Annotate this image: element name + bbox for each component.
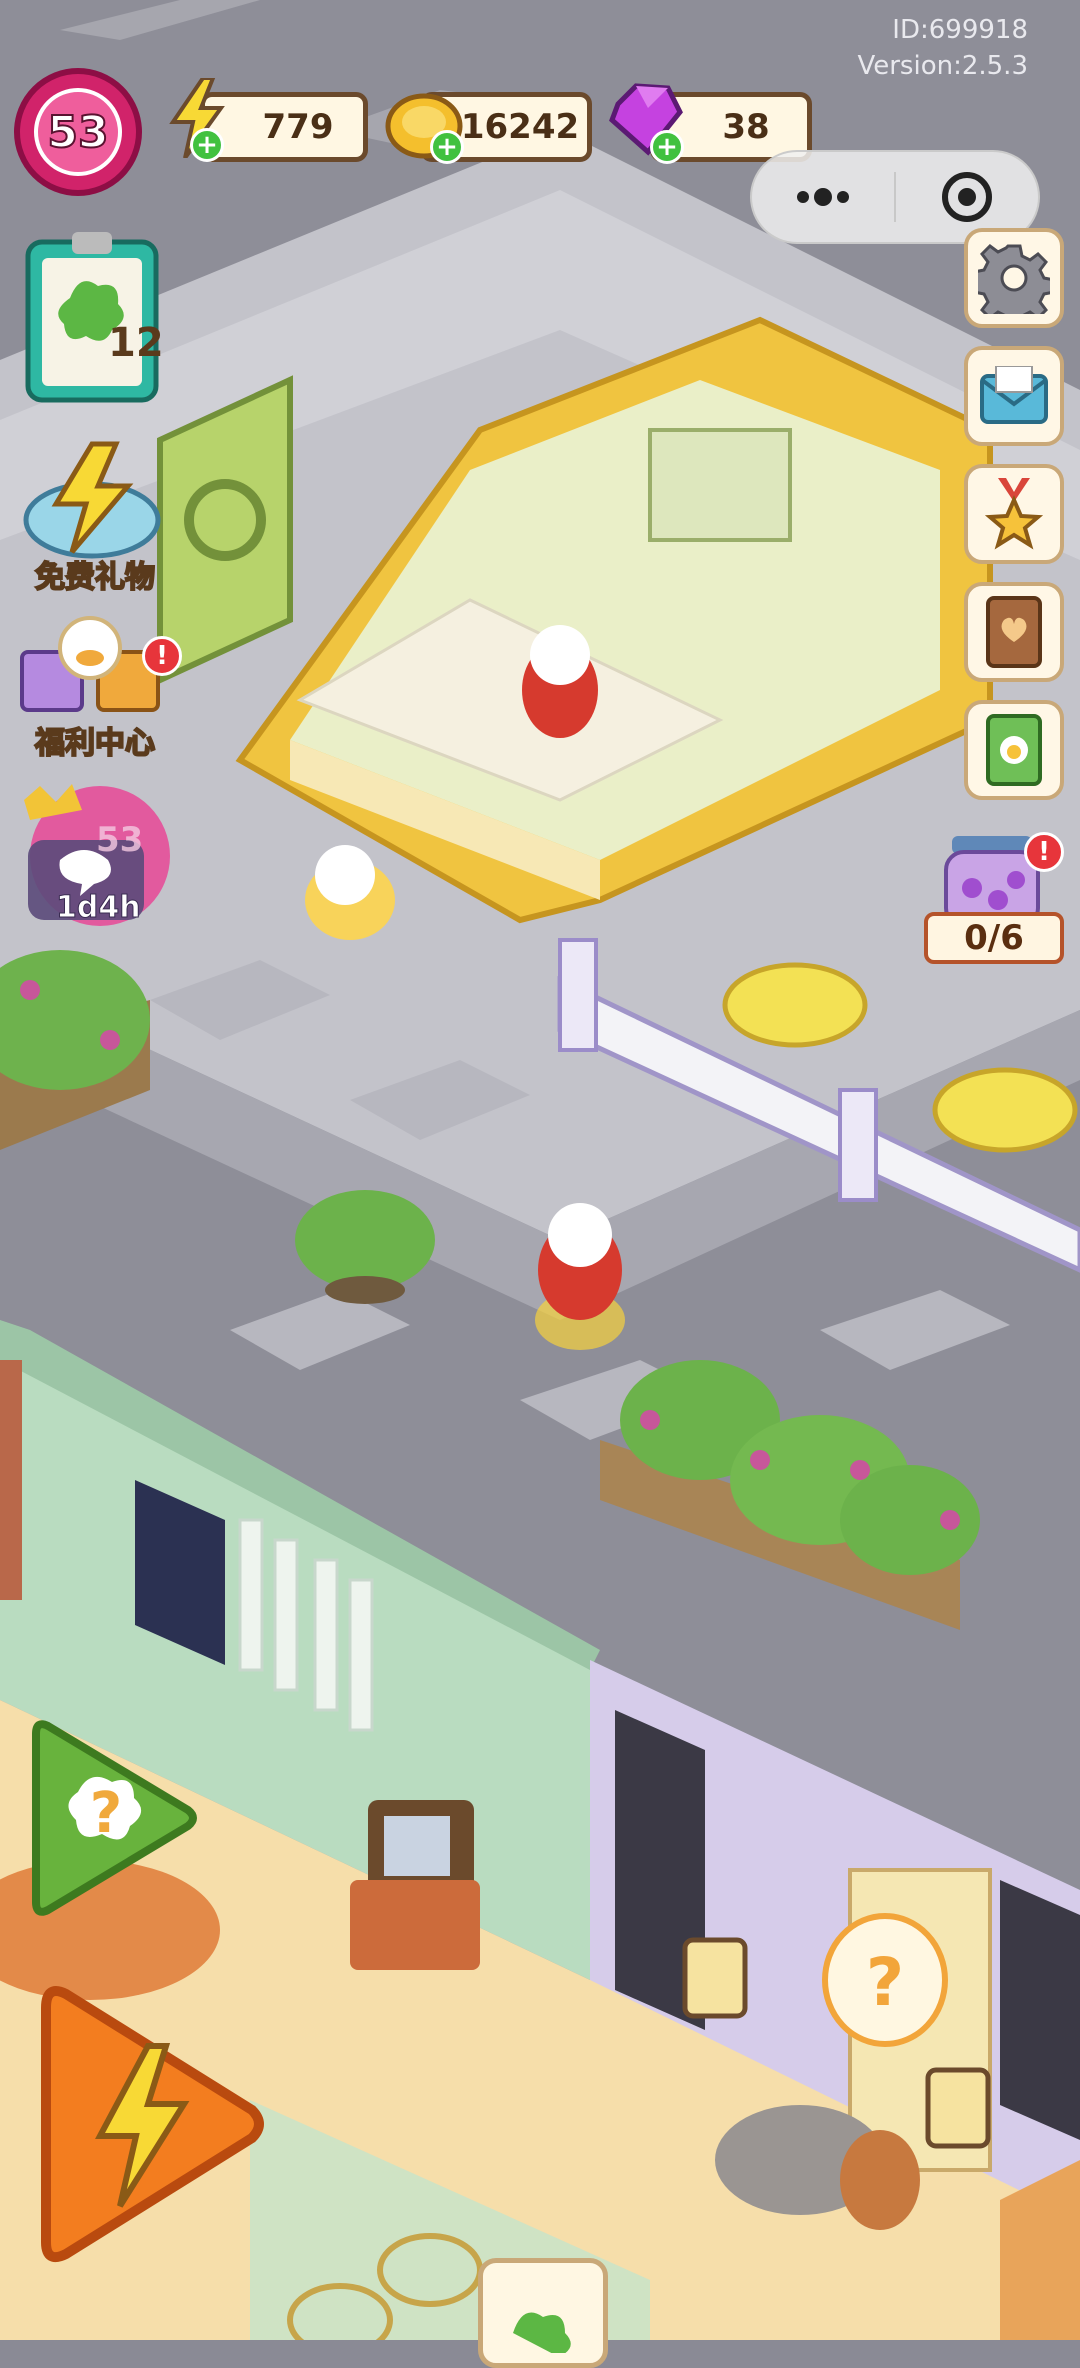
clipboard-count: 12 xyxy=(108,320,164,366)
task-clipboard-button[interactable]: 12 xyxy=(24,228,164,404)
event-button[interactable]: 53 1d4h xyxy=(20,780,176,936)
medal-icon xyxy=(984,478,1044,550)
welfare-notification-badge: ! xyxy=(142,636,182,676)
more-dots-icon xyxy=(797,188,849,206)
gems-value: 38 xyxy=(722,107,770,147)
recipe-book-icon xyxy=(986,714,1042,786)
player-level-text: 53 xyxy=(46,106,109,159)
question-icon: ? xyxy=(32,1720,197,1916)
hint-button[interactable]: ? xyxy=(28,1712,198,1922)
add-coins-button[interactable]: + xyxy=(430,130,464,164)
mail-icon xyxy=(980,366,1048,424)
event-level: 53 xyxy=(96,820,144,860)
bottom-clover-button[interactable] xyxy=(478,2258,608,2368)
add-gems-button[interactable]: + xyxy=(650,130,684,164)
target-circle-icon xyxy=(942,172,992,222)
more-options-button[interactable] xyxy=(752,152,894,242)
clipboard-icon xyxy=(25,232,159,403)
level-inner-ring: 53 xyxy=(34,88,122,176)
energy-action-button[interactable] xyxy=(38,1980,266,2270)
free-gift-label: 免费礼物 xyxy=(34,559,156,596)
player-level-badge[interactable]: 53 xyxy=(14,68,142,196)
energy-value: 779 xyxy=(262,107,334,147)
version-text: Version:2.5.3 xyxy=(857,51,1028,81)
build-info: ID:699918 Version:2.5.3 xyxy=(857,12,1028,84)
user-id-text: ID:699918 xyxy=(892,15,1028,45)
coins-value: 16242 xyxy=(460,107,580,147)
settings-icon xyxy=(978,244,1050,314)
recipe-book-button[interactable] xyxy=(964,700,1064,800)
welfare-center-label: 福利中心 xyxy=(34,725,156,762)
settings-button[interactable] xyxy=(964,228,1064,328)
gift-lightning-icon xyxy=(23,441,161,559)
journal-button[interactable] xyxy=(964,582,1064,682)
thought-bubble-text: ? xyxy=(866,1944,904,2021)
journal-icon xyxy=(986,596,1042,668)
jar-progress: 0/6 xyxy=(924,912,1064,964)
jar-progress-text: 0/6 xyxy=(964,918,1024,958)
add-energy-button[interactable]: + xyxy=(190,128,224,162)
svg-text:?: ? xyxy=(90,1781,122,1846)
free-gift-button[interactable] xyxy=(12,440,172,560)
event-timer: 1d4h xyxy=(56,890,142,926)
lightning-action-icon xyxy=(41,1986,264,2262)
mail-button[interactable] xyxy=(964,346,1064,446)
achievements-button[interactable] xyxy=(964,464,1064,564)
jar-notification-badge: ! xyxy=(1024,832,1064,872)
